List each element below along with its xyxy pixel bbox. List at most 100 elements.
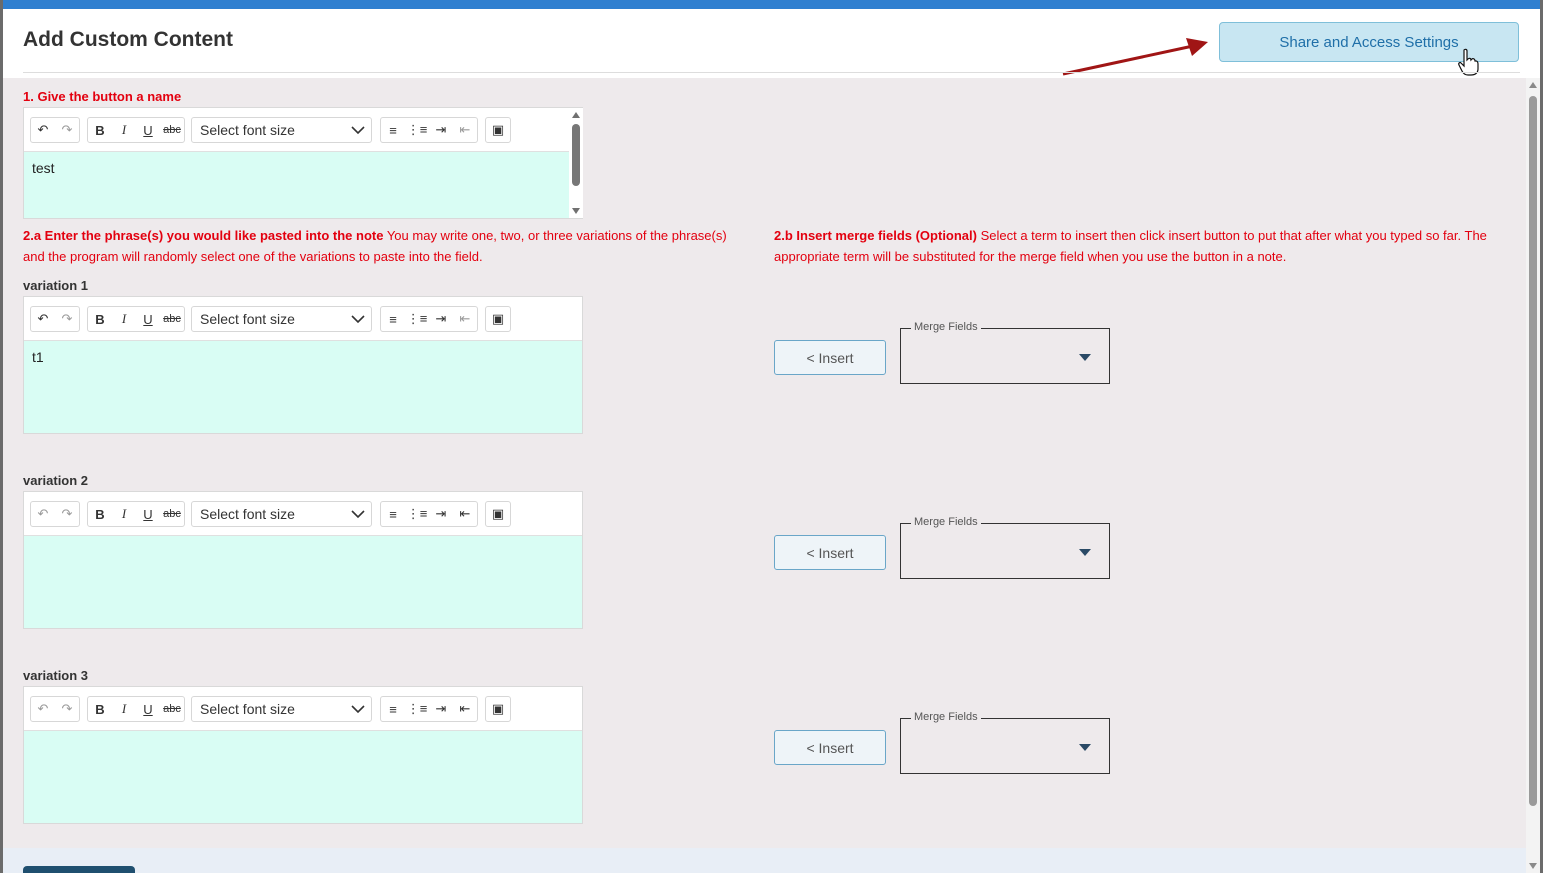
variation-2-editor: ↶ ↷ B I U abc Select font size ≡ ⋮≡ ⇥ ⇤ … bbox=[23, 491, 583, 629]
bullet-list-icon[interactable]: ⋮≡ bbox=[405, 307, 429, 331]
indent-icon[interactable]: ⇥ bbox=[429, 307, 453, 331]
italic-button[interactable]: I bbox=[112, 697, 136, 721]
view-source-icon[interactable]: ▣ bbox=[486, 118, 510, 142]
editor-toolbar: ↶ ↷ B I U abc Select font size ≡ ⋮≡ ⇥ ⇤ … bbox=[24, 687, 582, 731]
scroll-down-icon[interactable] bbox=[1529, 863, 1537, 869]
strikethrough-button[interactable]: abc bbox=[160, 697, 184, 721]
dialog-footer bbox=[3, 848, 1526, 873]
source-group: ▣ bbox=[485, 117, 511, 143]
scroll-up-icon[interactable] bbox=[572, 112, 580, 118]
outdent-icon[interactable]: ⇤ bbox=[453, 118, 477, 142]
bullet-list-icon[interactable]: ⋮≡ bbox=[405, 502, 429, 526]
strikethrough-button[interactable]: abc bbox=[160, 118, 184, 142]
chevron-down-icon bbox=[351, 126, 365, 135]
strikethrough-button[interactable]: abc bbox=[160, 502, 184, 526]
undo-redo-group: ↶ ↷ bbox=[30, 696, 80, 722]
scroll-up-icon[interactable] bbox=[1529, 82, 1537, 88]
font-size-select[interactable]: Select font size bbox=[191, 306, 372, 332]
undo-redo-group: ↶ ↷ bbox=[30, 501, 80, 527]
insert-button-3[interactable]: < Insert bbox=[774, 730, 886, 765]
merge-fields-label: Merge Fields bbox=[911, 711, 981, 723]
bold-button[interactable]: B bbox=[88, 118, 112, 142]
chevron-down-icon bbox=[351, 705, 365, 714]
annotation-arrow bbox=[1062, 38, 1208, 76]
underline-button[interactable]: U bbox=[136, 697, 160, 721]
caret-down-icon bbox=[1079, 354, 1091, 361]
merge-fields-label: Merge Fields bbox=[911, 516, 981, 528]
caret-down-icon bbox=[1079, 744, 1091, 751]
editor-toolbar: ↶ ↷ B I U abc Select font size ≡ ⋮≡ ⇥ ⇤ … bbox=[24, 108, 582, 152]
format-group: B I U abc bbox=[87, 306, 185, 332]
strikethrough-button[interactable]: abc bbox=[160, 307, 184, 331]
view-source-icon[interactable]: ▣ bbox=[486, 307, 510, 331]
merge-fields-select-3[interactable]: Merge Fields bbox=[900, 711, 1110, 774]
caret-down-icon bbox=[1079, 549, 1091, 556]
outdent-icon[interactable]: ⇤ bbox=[453, 307, 477, 331]
dialog-scrollbar[interactable] bbox=[1526, 78, 1540, 873]
ordered-list-icon[interactable]: ≡ bbox=[381, 502, 405, 526]
undo-icon[interactable]: ↶ bbox=[31, 307, 55, 331]
bold-button[interactable]: B bbox=[88, 697, 112, 721]
indent-icon[interactable]: ⇥ bbox=[429, 118, 453, 142]
variation-1-input[interactable]: t1 bbox=[24, 341, 582, 433]
format-group: B I U abc bbox=[87, 501, 185, 527]
undo-icon[interactable]: ↶ bbox=[31, 697, 55, 721]
italic-button[interactable]: I bbox=[112, 307, 136, 331]
outdent-icon[interactable]: ⇤ bbox=[453, 502, 477, 526]
undo-redo-group: ↶ ↷ bbox=[30, 306, 80, 332]
font-size-select[interactable]: Select font size bbox=[191, 501, 372, 527]
variation-3-input[interactable] bbox=[24, 731, 582, 823]
chevron-down-icon bbox=[351, 315, 365, 324]
indent-icon[interactable]: ⇥ bbox=[429, 697, 453, 721]
list-indent-group: ≡ ⋮≡ ⇥ ⇤ bbox=[380, 501, 478, 527]
format-group: B I U abc bbox=[87, 117, 185, 143]
step2a-label: 2.a Enter the phrase(s) you would like p… bbox=[23, 228, 727, 264]
view-source-icon[interactable]: ▣ bbox=[486, 502, 510, 526]
bold-button[interactable]: B bbox=[88, 307, 112, 331]
underline-button[interactable]: U bbox=[136, 118, 160, 142]
underline-button[interactable]: U bbox=[136, 307, 160, 331]
ordered-list-icon[interactable]: ≡ bbox=[381, 697, 405, 721]
add-custom-content-dialog: Add Custom Content Share and Access Sett… bbox=[3, 0, 1540, 873]
redo-icon[interactable]: ↷ bbox=[55, 307, 79, 331]
ordered-list-icon[interactable]: ≡ bbox=[381, 118, 405, 142]
editor-toolbar: ↶ ↷ B I U abc Select font size ≡ ⋮≡ ⇥ ⇤ … bbox=[24, 492, 582, 536]
ordered-list-icon[interactable]: ≡ bbox=[381, 307, 405, 331]
outdent-icon[interactable]: ⇤ bbox=[453, 697, 477, 721]
bullet-list-icon[interactable]: ⋮≡ bbox=[405, 118, 429, 142]
list-indent-group: ≡ ⋮≡ ⇥ ⇤ bbox=[380, 117, 478, 143]
list-indent-group: ≡ ⋮≡ ⇥ ⇤ bbox=[380, 696, 478, 722]
redo-icon[interactable]: ↷ bbox=[55, 118, 79, 142]
italic-button[interactable]: I bbox=[112, 118, 136, 142]
font-size-select[interactable]: Select font size bbox=[191, 117, 372, 143]
merge-fields-select-1[interactable]: Merge Fields bbox=[900, 321, 1110, 384]
merge-fields-select-2[interactable]: Merge Fields bbox=[900, 516, 1110, 579]
scroll-thumb[interactable] bbox=[572, 124, 580, 186]
view-source-icon[interactable]: ▣ bbox=[486, 697, 510, 721]
underline-button[interactable]: U bbox=[136, 502, 160, 526]
variation-2-input[interactable] bbox=[24, 536, 582, 628]
italic-button[interactable]: I bbox=[112, 502, 136, 526]
source-group: ▣ bbox=[485, 306, 511, 332]
redo-icon[interactable]: ↷ bbox=[55, 697, 79, 721]
undo-icon[interactable]: ↶ bbox=[31, 502, 55, 526]
format-group: B I U abc bbox=[87, 696, 185, 722]
scroll-down-icon[interactable] bbox=[572, 208, 580, 214]
footer-button[interactable] bbox=[23, 866, 135, 873]
chevron-down-icon bbox=[351, 510, 365, 519]
font-size-select[interactable]: Select font size bbox=[191, 696, 372, 722]
variation-3-label: variation 3 bbox=[23, 668, 89, 683]
indent-icon[interactable]: ⇥ bbox=[429, 502, 453, 526]
bullet-list-icon[interactable]: ⋮≡ bbox=[405, 697, 429, 721]
undo-icon[interactable]: ↶ bbox=[31, 118, 55, 142]
button-name-input[interactable]: test bbox=[24, 152, 582, 218]
editor-scrollbar[interactable] bbox=[569, 108, 583, 218]
scroll-thumb[interactable] bbox=[1529, 96, 1537, 806]
variation-2-label: variation 2 bbox=[23, 473, 89, 488]
insert-button-2[interactable]: < Insert bbox=[774, 535, 886, 570]
redo-icon[interactable]: ↷ bbox=[55, 502, 79, 526]
dialog-top-bar bbox=[3, 0, 1540, 9]
bold-button[interactable]: B bbox=[88, 502, 112, 526]
button-name-editor: ↶ ↷ B I U abc Select font size ≡ ⋮≡ ⇥ ⇤ … bbox=[23, 107, 583, 219]
insert-button-1[interactable]: < Insert bbox=[774, 340, 886, 375]
